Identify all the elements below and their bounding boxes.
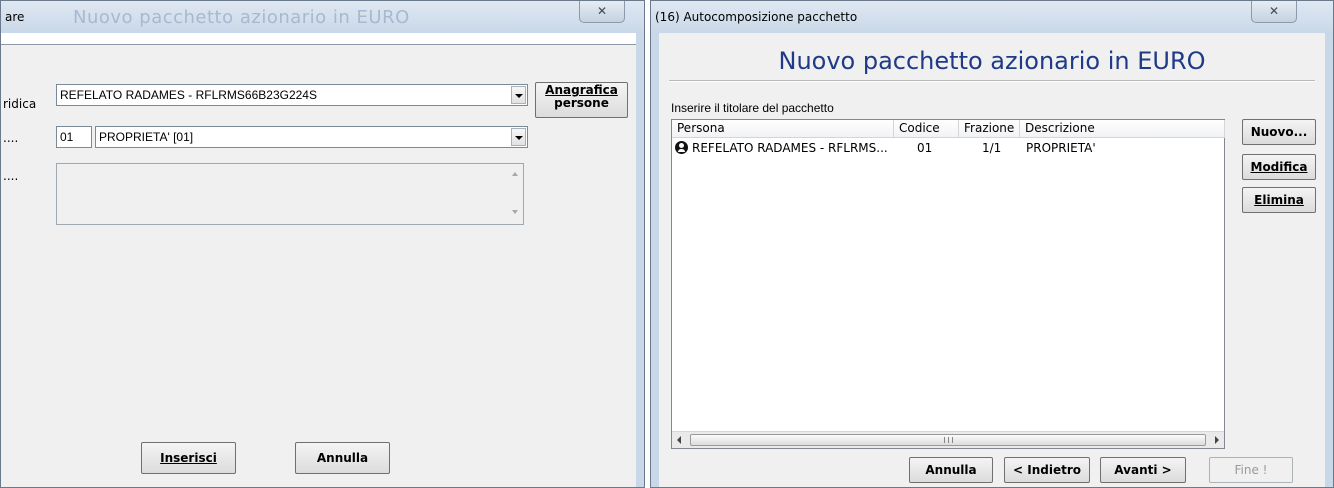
tipo-combobox[interactable]: PROPRIETA' [01] bbox=[95, 126, 528, 148]
annulla-label: Annulla bbox=[316, 451, 369, 465]
avanti-label: Avanti > bbox=[1114, 463, 1172, 477]
left-dialog-window: are Nuovo pacchetto azionario in EURO ✕ … bbox=[0, 0, 645, 488]
persona-label: ridica bbox=[3, 97, 37, 111]
modifica-button[interactable]: Modifica bbox=[1242, 154, 1316, 180]
cell-descrizione: PROPRIETA' bbox=[1026, 141, 1096, 155]
modifica-label: Modifica bbox=[1250, 160, 1308, 174]
anagrafica-label-2: persone bbox=[554, 96, 609, 110]
nuovo-button[interactable]: Nuovo... bbox=[1242, 119, 1316, 145]
left-title-bar[interactable]: are Nuovo pacchetto azionario in EURO ✕ bbox=[1, 1, 644, 33]
wizard-close-button[interactable]: ✕ bbox=[1251, 1, 1297, 23]
banner-separator bbox=[669, 80, 1315, 82]
grip-icon bbox=[944, 437, 953, 443]
left-window-frame bbox=[636, 33, 644, 487]
horizontal-scrollbar[interactable] bbox=[672, 431, 1224, 448]
wizard-annulla-label: Annulla bbox=[925, 463, 977, 477]
note-textarea[interactable] bbox=[56, 163, 524, 225]
elimina-label: Elimina bbox=[1254, 193, 1304, 207]
left-close-button[interactable]: ✕ bbox=[579, 1, 625, 23]
wizard-window-title: (16) Autocomposizione pacchetto bbox=[655, 10, 858, 24]
note-scrollbar[interactable] bbox=[507, 166, 521, 222]
fine-button: Fine ! bbox=[1209, 457, 1293, 483]
column-codice[interactable]: Codice bbox=[894, 120, 959, 138]
titolare-prompt: Inserire il titolare del pacchetto bbox=[671, 101, 834, 115]
wizard-banner-title: Nuovo pacchetto azionario in EURO bbox=[778, 47, 1206, 75]
left-window-title: are bbox=[5, 10, 25, 24]
wizard-title-bar[interactable]: (16) Autocomposizione pacchetto ✕ bbox=[651, 1, 1333, 33]
column-persona[interactable]: Persona bbox=[672, 120, 894, 138]
left-dialog-body: ridica REFELATO RADAMES - RFLRMS66B23G22… bbox=[1, 44, 636, 487]
wizard-frame-right bbox=[1325, 33, 1333, 487]
table-row[interactable]: REFELATO RADAMES - RFLRMS... 01 1/1 PROP… bbox=[672, 140, 1224, 157]
scroll-right-icon[interactable] bbox=[1215, 436, 1219, 444]
close-icon: ✕ bbox=[596, 4, 608, 18]
tipo-code-field[interactable]: 01 bbox=[56, 126, 92, 148]
wizard-body: Nuovo pacchetto azionario in EURO Inseri… bbox=[659, 33, 1325, 487]
annulla-button[interactable]: Annulla bbox=[295, 442, 390, 474]
nuovo-label: Nuovo... bbox=[1250, 125, 1308, 139]
tipo-code-value: 01 bbox=[60, 130, 74, 144]
indietro-label: < Indietro bbox=[1013, 463, 1081, 477]
elimina-button[interactable]: Elimina bbox=[1242, 187, 1316, 213]
inserisci-label: Inserisci bbox=[160, 451, 217, 465]
left-ghost-title: Nuovo pacchetto azionario in EURO bbox=[73, 7, 410, 28]
cell-frazione: 1/1 bbox=[982, 141, 1002, 155]
cell-codice: 01 bbox=[917, 141, 933, 155]
persona-combobox-value: REFELATO RADAMES - RFLRMS66B23G224S bbox=[60, 88, 317, 102]
tipo-combobox-value: PROPRIETA' [01] bbox=[99, 130, 194, 144]
scrollbar-thumb[interactable] bbox=[690, 434, 1206, 446]
wizard-frame-left bbox=[651, 33, 659, 487]
fine-label: Fine ! bbox=[1234, 463, 1268, 477]
inserisci-button[interactable]: Inserisci bbox=[141, 442, 236, 474]
avanti-button[interactable]: Avanti > bbox=[1100, 457, 1186, 483]
wizard-annulla-button[interactable]: Annulla bbox=[909, 457, 993, 483]
chevron-down-icon[interactable] bbox=[511, 128, 526, 146]
scroll-up-icon[interactable] bbox=[512, 172, 518, 176]
cell-persona: REFELATO RADAMES - RFLRMS... bbox=[692, 141, 888, 155]
anagrafica-label-1: Anagrafica bbox=[545, 83, 618, 97]
anagrafica-persone-button[interactable]: Anagrafica persone bbox=[535, 82, 628, 118]
titolari-listview[interactable]: Persona Codice Frazione Descrizione REFE… bbox=[671, 119, 1225, 449]
close-icon: ✕ bbox=[1268, 4, 1280, 18]
wizard-window: (16) Autocomposizione pacchetto ✕ Nuovo … bbox=[650, 0, 1334, 488]
scroll-left-icon[interactable] bbox=[677, 436, 681, 444]
listview-header: Persona Codice Frazione Descrizione bbox=[672, 120, 1225, 138]
column-frazione[interactable]: Frazione bbox=[959, 120, 1020, 138]
persona-combobox[interactable]: REFELATO RADAMES - RFLRMS66B23G224S bbox=[56, 84, 528, 106]
note-label: .... bbox=[3, 169, 19, 183]
person-icon bbox=[675, 141, 688, 154]
chevron-down-icon[interactable] bbox=[511, 86, 526, 104]
scroll-down-icon[interactable] bbox=[512, 210, 518, 214]
column-descrizione[interactable]: Descrizione bbox=[1020, 120, 1225, 138]
indietro-button[interactable]: < Indietro bbox=[1004, 457, 1090, 483]
tipo-label: .... bbox=[3, 131, 19, 145]
